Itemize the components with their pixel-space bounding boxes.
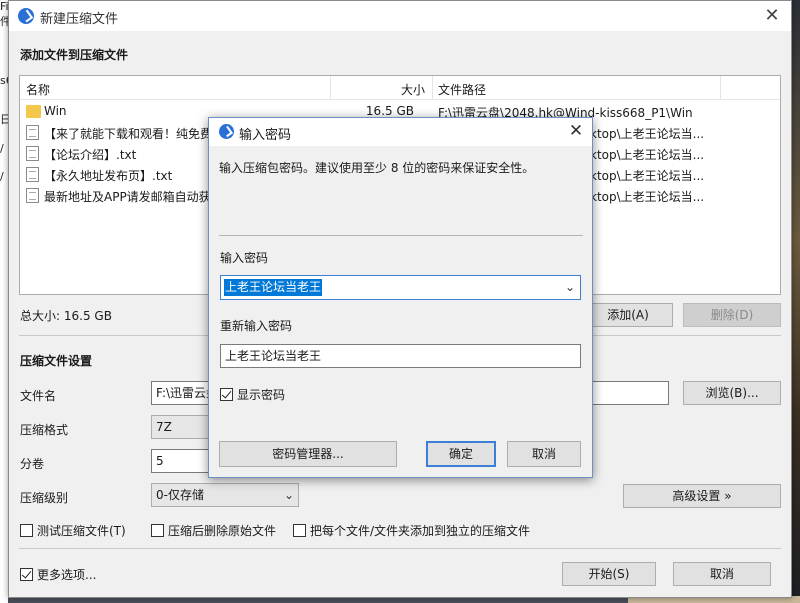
column-header-path[interactable]: 文件路径 xyxy=(438,81,486,98)
show-password-checkbox[interactable]: 显示密码 xyxy=(220,386,285,403)
checkbox-icon xyxy=(151,524,164,537)
file-path: ktop\上老王论坛当... xyxy=(590,169,705,183)
divider xyxy=(19,548,781,549)
split-label: 分卷 xyxy=(20,457,45,471)
password-manager-button[interactable]: 密码管理器... xyxy=(219,441,397,467)
ok-button[interactable]: 确定 xyxy=(426,441,496,467)
show-password-label: 显示密码 xyxy=(237,388,286,402)
file-name: Win xyxy=(44,104,67,118)
format-value: 7Z xyxy=(156,420,172,434)
close-icon[interactable]: ✕ xyxy=(566,121,586,141)
delete-after-checkbox[interactable]: 压缩后删除原始文件 xyxy=(151,522,276,539)
format-label: 压缩格式 xyxy=(20,423,69,437)
start-button[interactable]: 开始(S) xyxy=(562,562,656,586)
delete-after-label: 压缩后删除原始文件 xyxy=(168,524,277,538)
file-name: 【永久地址发布页】.txt xyxy=(44,169,173,183)
more-options-checkbox[interactable]: 更多选项... xyxy=(20,566,96,583)
file-path: ktop\上老王论坛当... xyxy=(590,127,705,141)
bg-fragment: / xyxy=(0,142,4,155)
test-archive-label: 测试压缩文件(T) xyxy=(37,524,126,538)
file-size: 16.5 GB xyxy=(365,104,414,118)
add-button[interactable]: 添加(A) xyxy=(583,303,673,327)
title-bar: 新建压缩文件 ✕ xyxy=(9,1,791,31)
chevron-down-icon: ⌄ xyxy=(283,488,294,502)
close-icon[interactable]: ✕ xyxy=(761,5,783,27)
separate-archives-checkbox[interactable]: 把每个文件/文件夹添加到独立的压缩文件 xyxy=(293,522,530,539)
browse-button[interactable]: 浏览(B)... xyxy=(683,381,781,405)
column-divider[interactable] xyxy=(432,76,433,100)
chevron-down-icon[interactable]: ⌄ xyxy=(565,280,575,294)
confirm-password-label: 重新输入密码 xyxy=(220,319,293,333)
archive-settings-heading: 压缩文件设置 xyxy=(20,354,93,368)
dialog-divider xyxy=(219,235,583,236)
delete-button[interactable]: 删除(D) xyxy=(683,303,781,327)
column-divider[interactable] xyxy=(330,76,331,100)
cancel-button[interactable]: 取消 xyxy=(673,562,771,586)
filename-label: 文件名 xyxy=(20,389,57,403)
checkbox-icon xyxy=(20,524,33,537)
add-files-heading: 添加文件到压缩文件 xyxy=(20,48,129,62)
file-icon xyxy=(26,188,39,203)
password-dialog: 输入密码 ✕ 输入压缩包密码。建议使用至少 8 位的密码来保证安全性。 输入密码… xyxy=(208,117,593,478)
checkbox-checked-icon xyxy=(20,568,33,581)
column-divider[interactable] xyxy=(720,76,721,100)
password-input[interactable]: 上老王论坛当老王 ⌄ xyxy=(220,275,581,300)
total-size: 总大小: 16.5 GB xyxy=(20,309,112,323)
file-icon xyxy=(26,125,39,140)
level-select[interactable]: 0-仅存储 ⌄ xyxy=(151,483,299,507)
more-options-label: 更多选项... xyxy=(37,568,97,582)
test-archive-checkbox[interactable]: 测试压缩文件(T) xyxy=(20,522,126,539)
confirm-password-input[interactable]: 上老王论坛当老王 xyxy=(220,344,581,368)
level-value: 0-仅存储 xyxy=(156,488,204,502)
file-path: ktop\上老王论坛当... xyxy=(590,190,705,204)
file-name: 最新地址及APP请发邮箱自动获 xyxy=(44,190,211,204)
desktop-background-left: Fi 件 s6 日 / / xyxy=(0,0,13,603)
dialog-title-bar: 输入密码 ✕ xyxy=(209,118,592,146)
folder-icon xyxy=(26,105,41,118)
advanced-settings-button[interactable]: 高级设置 » xyxy=(623,484,781,508)
password-label: 输入密码 xyxy=(220,251,269,265)
file-name: 【来了就能下载和观看！纯免费 xyxy=(44,127,213,141)
password-selected-text: 上老王论坛当老王 xyxy=(224,279,323,296)
column-header-size[interactable]: 大小 xyxy=(401,81,425,98)
file-icon xyxy=(26,167,39,182)
checkbox-checked-icon xyxy=(220,388,233,401)
level-label: 压缩级别 xyxy=(20,491,69,505)
app-logo-icon xyxy=(18,8,34,24)
column-header-name[interactable]: 名称 xyxy=(26,81,50,98)
dialog-description: 输入压缩包密码。建议使用至少 8 位的密码来保证安全性。 xyxy=(219,161,535,175)
checkbox-icon xyxy=(293,524,306,537)
app-logo-icon xyxy=(219,124,234,139)
dialog-cancel-button[interactable]: 取消 xyxy=(507,441,581,467)
file-icon xyxy=(26,146,39,161)
window-title: 新建压缩文件 xyxy=(40,12,119,27)
separate-archives-label: 把每个文件/文件夹添加到独立的压缩文件 xyxy=(310,524,531,538)
bg-fragment: / xyxy=(0,170,4,183)
file-list-header: 名称 大小 文件路径 xyxy=(20,76,780,100)
file-name: 【论坛介绍】.txt xyxy=(44,148,137,162)
dialog-title: 输入密码 xyxy=(239,128,292,143)
file-path: ktop\上老王论坛当... xyxy=(590,148,705,162)
